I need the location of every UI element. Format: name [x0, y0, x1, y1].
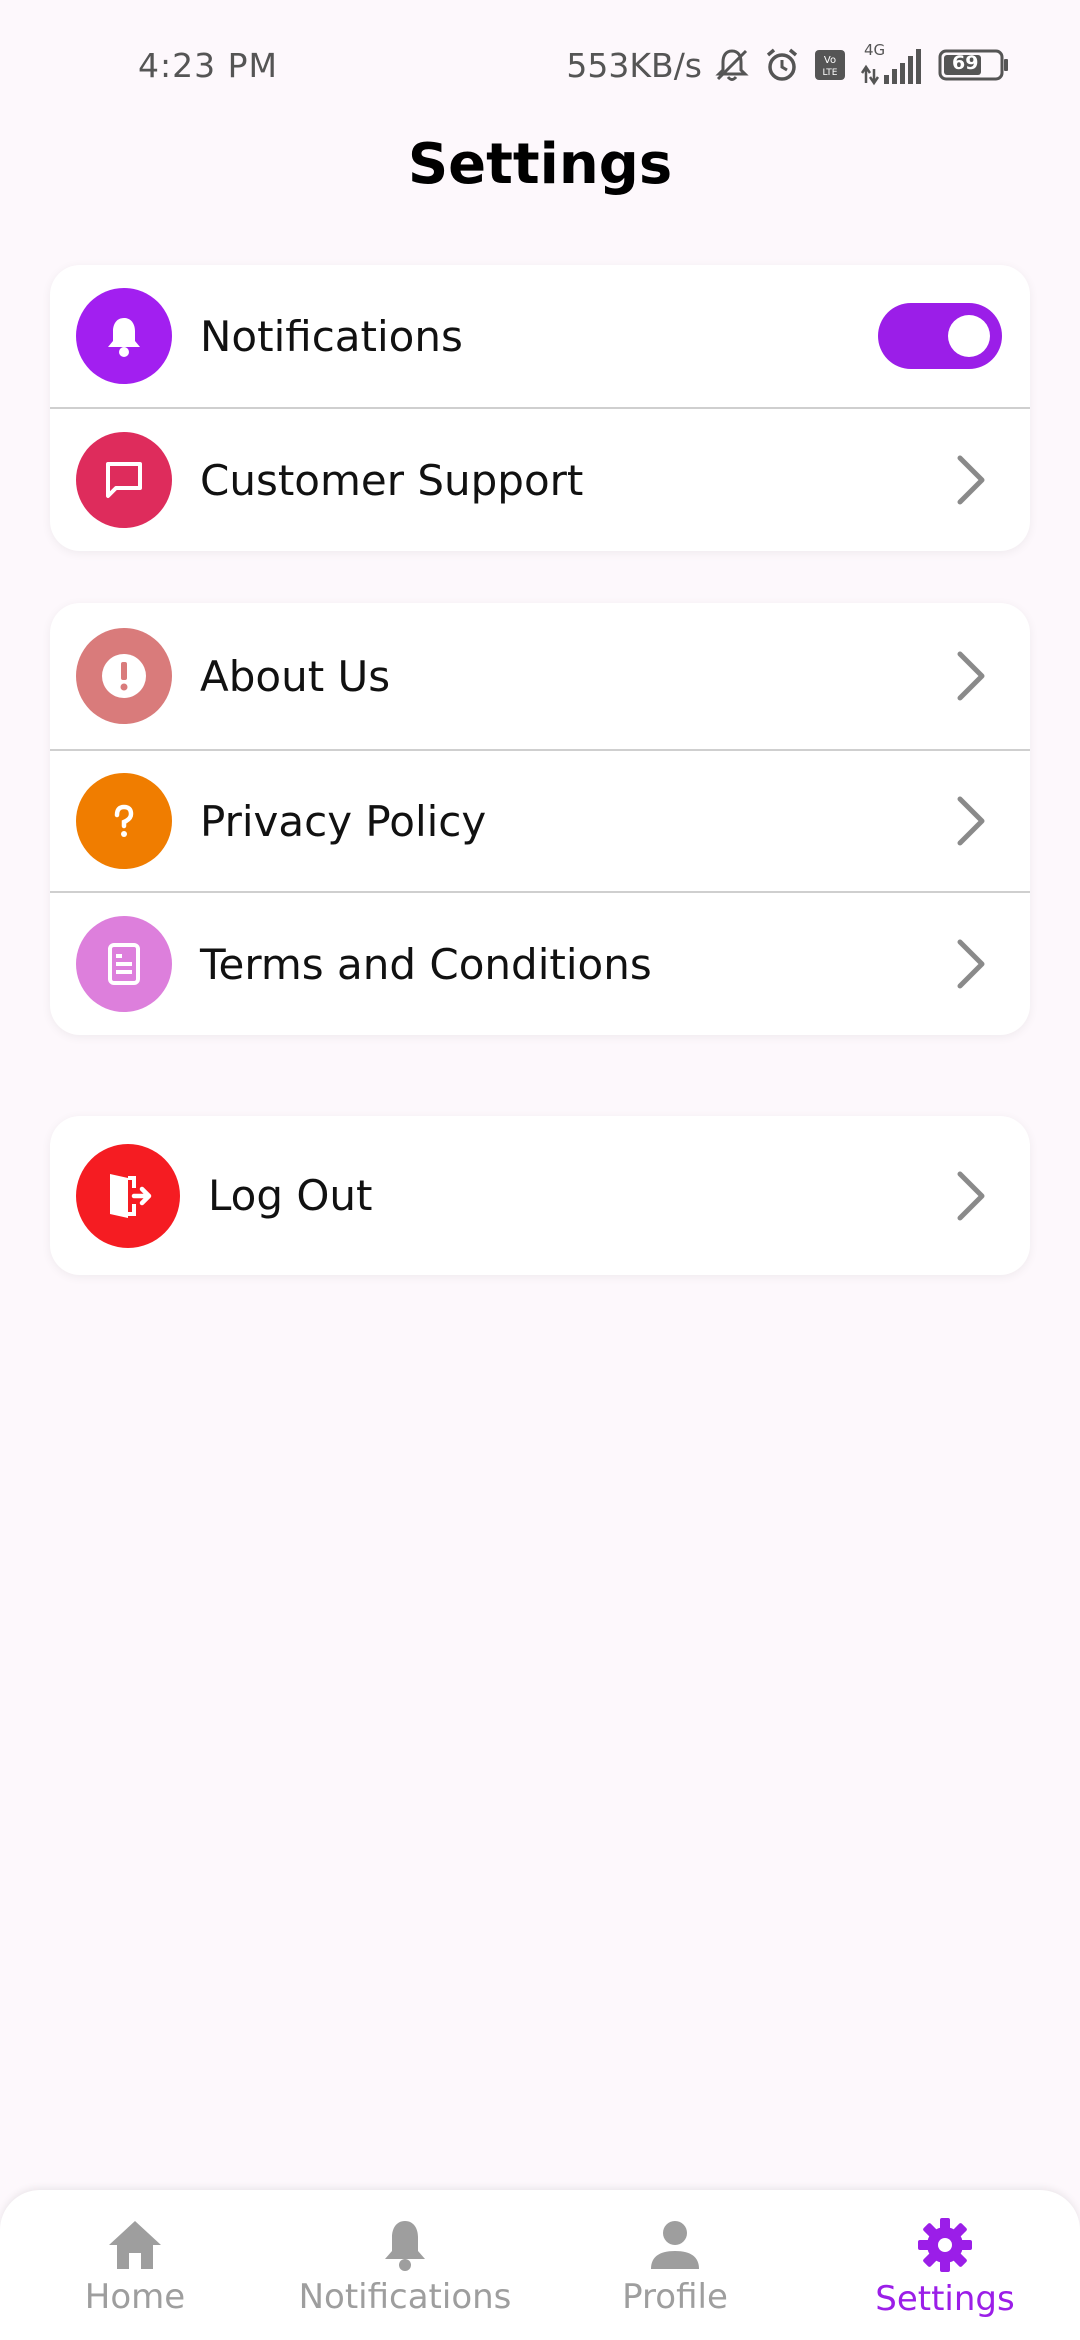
status-indicators: 553KB/s Vo LTE 4G 69	[566, 41, 1010, 87]
privacy-policy-row[interactable]: Privacy Policy	[50, 749, 1030, 891]
battery-level: 69	[952, 52, 979, 74]
document-icon	[76, 916, 172, 1012]
exclamation-icon	[76, 628, 172, 724]
nav-home-label: Home	[84, 2277, 186, 2317]
chevron-right-icon	[957, 939, 985, 989]
signal-label: 4G	[864, 41, 886, 59]
chevron-right-icon	[957, 651, 985, 701]
terms-row[interactable]: Terms and Conditions	[50, 891, 1030, 1035]
signal-icon: 4G	[858, 41, 928, 87]
notifications-row: Notifications	[50, 265, 1030, 407]
nav-notifications-label: Notifications	[298, 2277, 512, 2317]
privacy-policy-label: Privacy Policy	[200, 796, 487, 846]
about-us-row[interactable]: About Us	[50, 603, 1030, 749]
notifications-toggle[interactable]	[878, 303, 1002, 369]
logout-door-icon	[76, 1143, 180, 1248]
settings-group-info: About Us Privacy Policy Terms and Condit…	[50, 603, 1030, 1035]
svg-text:LTE: LTE	[823, 68, 838, 78]
alarm-icon	[762, 45, 802, 85]
notifications-label: Notifications	[200, 311, 463, 361]
nav-settings[interactable]: Settings	[810, 2190, 1080, 2340]
bell-icon	[76, 288, 172, 384]
question-icon	[76, 773, 172, 869]
nav-profile[interactable]: Profile	[540, 2190, 810, 2340]
nav-settings-label: Settings	[875, 2279, 1015, 2319]
person-icon	[651, 2221, 699, 2269]
terms-label: Terms and Conditions	[200, 939, 652, 989]
nav-notifications[interactable]: Notifications	[270, 2190, 540, 2340]
chevron-right-icon	[957, 796, 985, 846]
logout-label: Log Out	[208, 1171, 373, 1220]
logout-row[interactable]: Log Out	[50, 1116, 1030, 1275]
nav-profile-label: Profile	[622, 2277, 728, 2317]
status-bar: 4:23 PM 553KB/s Vo LTE 4G 69	[0, 0, 1080, 130]
chat-icon	[76, 432, 172, 528]
battery-icon: 69	[938, 47, 1010, 83]
settings-group-general: Notifications Customer Support	[50, 265, 1030, 551]
chevron-right-icon	[957, 1171, 985, 1220]
page-title: Settings	[407, 132, 673, 197]
chevron-right-icon	[957, 455, 985, 505]
volte-icon: Vo LTE	[812, 47, 848, 83]
network-speed: 553KB/s	[566, 45, 702, 85]
toggle-knob	[948, 315, 990, 357]
svg-text:Vo: Vo	[824, 55, 836, 66]
status-time: 4:23 PM	[138, 45, 278, 85]
settings-group-account: Log Out	[50, 1116, 1030, 1275]
bell-icon	[385, 2221, 425, 2271]
about-us-label: About Us	[200, 651, 391, 701]
nav-home[interactable]: Home	[0, 2190, 270, 2340]
customer-support-label: Customer Support	[200, 455, 584, 505]
customer-support-row[interactable]: Customer Support	[50, 407, 1030, 551]
gear-icon	[918, 2218, 972, 2272]
bottom-navigation: Home Notifications Profile Settings	[0, 2190, 1080, 2340]
settings-screen: 4:23 PM 553KB/s Vo LTE 4G 69 Settings No…	[0, 0, 1080, 2340]
home-icon	[109, 2221, 161, 2269]
mute-bell-icon	[712, 45, 752, 85]
